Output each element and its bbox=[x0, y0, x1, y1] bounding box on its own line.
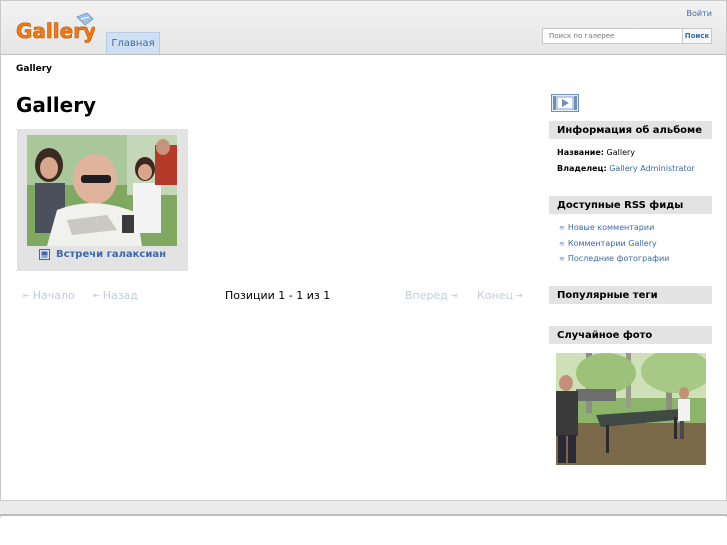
album-info-name: Название: Gallery bbox=[557, 148, 635, 157]
footer-bar bbox=[0, 500, 727, 516]
rss-heading: Доступные RSS фиды bbox=[549, 196, 712, 214]
rss-item-label[interactable]: Последние фотографии bbox=[568, 254, 669, 263]
page-frame: Gallery Главная Войти Поиск Gallery Gall… bbox=[0, 0, 727, 517]
album-owner-link[interactable]: Gallery Administrator bbox=[609, 164, 695, 173]
gallery-logo[interactable]: Gallery bbox=[15, 13, 95, 47]
slideshow-button[interactable] bbox=[551, 94, 579, 112]
rss-item-label[interactable]: Комментарии Gallery bbox=[568, 239, 657, 248]
popular-tags-heading: Популярные теги bbox=[549, 286, 712, 304]
rss-item[interactable]: ≋ Последние фотографии bbox=[559, 254, 669, 263]
pager-last: Конец ⇥ bbox=[477, 289, 523, 302]
login-link[interactable]: Войти bbox=[687, 9, 712, 18]
random-photo-image bbox=[556, 353, 706, 465]
next-page-icon: ⇥ bbox=[450, 291, 458, 300]
pager-next-label: Вперед bbox=[405, 289, 448, 302]
album-name-value: Gallery bbox=[606, 148, 636, 157]
album-info-owner: Владелец: Gallery Administrator bbox=[557, 164, 695, 173]
random-photo-heading: Случайное фото bbox=[549, 326, 712, 344]
pager-next: Вперед ⇥ bbox=[405, 289, 458, 302]
pager-last-label: Конец bbox=[477, 289, 513, 302]
rss-icon: ≋ bbox=[559, 239, 565, 248]
album-title: Встречи галаксиан bbox=[55, 249, 167, 260]
rss-icon: ≋ bbox=[559, 223, 565, 232]
rss-item[interactable]: ≋ Новые комментарии bbox=[559, 223, 654, 232]
album-name-label: Название: bbox=[557, 148, 604, 157]
nav-tab-home[interactable]: Главная bbox=[106, 32, 160, 54]
slideshow-icon bbox=[551, 94, 579, 112]
album-icon bbox=[38, 249, 50, 260]
previous-page-icon: ⇤ bbox=[93, 291, 100, 300]
search-button[interactable]: Поиск bbox=[683, 28, 712, 44]
random-photo[interactable] bbox=[556, 353, 706, 465]
first-page-icon: ⇤ bbox=[23, 291, 30, 300]
logo-text: Gallery bbox=[16, 19, 95, 43]
rss-item[interactable]: ≋ Комментарии Gallery bbox=[559, 239, 657, 248]
album-thumbnail-image bbox=[27, 135, 177, 246]
album-owner-label: Владелец: bbox=[557, 164, 607, 173]
rss-icon: ≋ bbox=[559, 254, 565, 263]
page-title: Gallery bbox=[16, 93, 97, 117]
last-page-icon: ⇥ bbox=[516, 291, 523, 300]
album-info-heading: Информация об альбоме bbox=[549, 121, 712, 139]
pager-prev-label: Назад bbox=[102, 289, 138, 302]
pager-prev: ⇤ Назад bbox=[93, 289, 138, 302]
rss-item-label[interactable]: Новые комментарии bbox=[568, 223, 654, 232]
gallery-logo-graphic: Gallery bbox=[16, 13, 95, 43]
pager-position: Позиции 1 - 1 из 1 bbox=[225, 289, 331, 302]
search-input[interactable] bbox=[542, 28, 683, 44]
album-title-link[interactable]: Встречи галаксиан bbox=[17, 249, 188, 260]
album-thumbnail[interactable] bbox=[27, 135, 177, 246]
pager-first-label: Начало bbox=[32, 289, 75, 302]
header: Gallery Главная Войти Поиск bbox=[1, 1, 726, 55]
breadcrumb[interactable]: Gallery bbox=[16, 64, 52, 74]
album-item[interactable]: Встречи галаксиан bbox=[17, 129, 188, 271]
pager-first: ⇤ Начало bbox=[23, 289, 75, 302]
